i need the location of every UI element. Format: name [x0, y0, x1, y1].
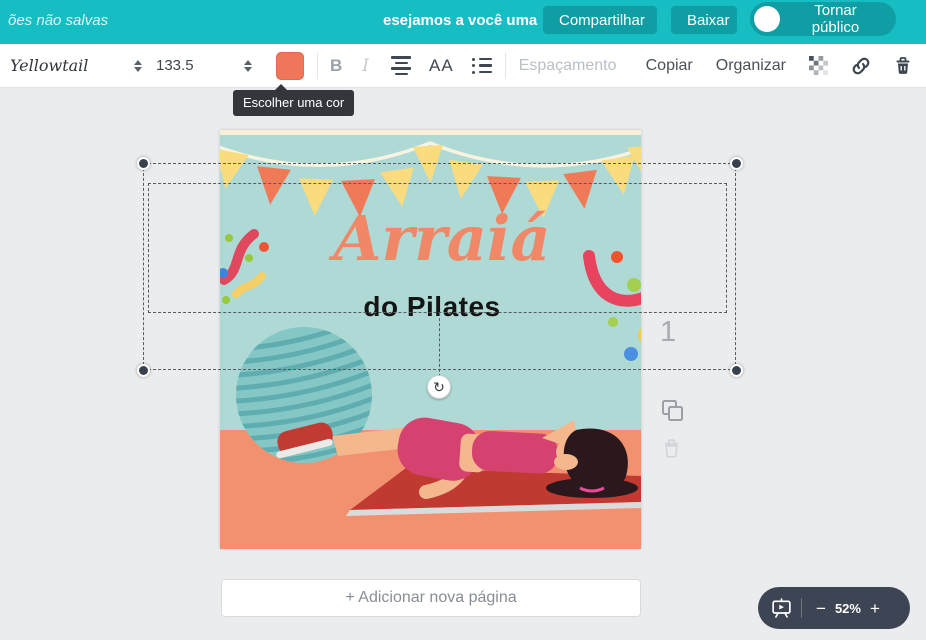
font-family-stepper-icon[interactable]	[134, 60, 142, 72]
color-tooltip: Escolher uma cor	[233, 90, 354, 116]
design-page[interactable]: Arraiá do Pilates	[220, 130, 641, 549]
selection-handle-top-left[interactable]	[137, 157, 150, 170]
font-size-select[interactable]: 133.5	[156, 57, 252, 74]
share-button[interactable]: Compartilhar	[543, 6, 657, 34]
font-size-stepper-icon[interactable]	[244, 60, 252, 72]
font-family-select[interactable]: Yellowtail	[10, 56, 142, 75]
zoom-out-button[interactable]: −	[812, 600, 830, 617]
make-public-label: Tornar público	[789, 2, 882, 36]
delete-icon[interactable]	[894, 56, 912, 75]
toolbar-divider	[317, 53, 318, 79]
zoom-level: 52%	[835, 601, 861, 616]
avatar	[754, 6, 780, 32]
transparency-icon[interactable]	[809, 56, 828, 75]
zoom-divider	[801, 598, 802, 618]
page-number: 1	[660, 316, 676, 349]
rotate-handle[interactable]: ↻	[427, 375, 451, 399]
workspace: Arraiá do Pilates ↻ 1	[0, 88, 926, 640]
toolbar-divider	[505, 53, 506, 79]
design-artwork[interactable]: Arraiá do Pilates	[220, 130, 641, 549]
font-family-value: Yellowtail	[10, 56, 88, 75]
spacing-button[interactable]: Espaçamento	[519, 57, 617, 75]
download-button[interactable]: Baixar	[671, 6, 737, 34]
bold-button[interactable]: B	[330, 56, 342, 76]
font-size-value: 133.5	[156, 57, 194, 74]
italic-button[interactable]: I	[362, 56, 369, 76]
selection-handle-bottom-left[interactable]	[137, 364, 150, 377]
arrange-button[interactable]: Organizar	[716, 57, 786, 75]
canvas-title-text[interactable]: Arraiá	[328, 202, 550, 275]
uppercase-button[interactable]: AA	[429, 56, 454, 76]
make-public-button[interactable]: Tornar público	[750, 2, 896, 36]
present-icon[interactable]	[771, 598, 792, 618]
selection-handle-top-right[interactable]	[730, 157, 743, 170]
promo-banner-text: esejamos a você uma	[383, 12, 537, 29]
delete-page-icon[interactable]	[662, 438, 681, 463]
canvas-subtitle-text[interactable]: do Pilates	[363, 291, 500, 322]
zoom-in-button[interactable]: +	[866, 600, 884, 617]
canva-editor: ões não salvas esejamos a você uma Compa…	[0, 0, 926, 640]
text-align-icon[interactable]	[391, 56, 411, 75]
text-color-swatch[interactable]	[276, 52, 304, 80]
unsaved-status-text: ões não salvas	[8, 12, 108, 29]
top-bar: ões não salvas esejamos a você uma Compa…	[0, 0, 926, 44]
rotate-icon: ↻	[433, 379, 445, 396]
copy-page-icon[interactable]	[660, 398, 684, 427]
text-format-toolbar: Yellowtail 133.5 B I AA Espaçamento Copi…	[0, 44, 926, 88]
copy-button[interactable]: Copiar	[646, 57, 693, 75]
zoom-toolbar: − 52% +	[758, 587, 910, 629]
list-icon[interactable]	[472, 58, 492, 74]
selection-handle-bottom-right[interactable]	[730, 364, 743, 377]
add-page-button[interactable]: + Adicionar nova página	[221, 579, 641, 617]
link-icon[interactable]	[851, 56, 871, 76]
